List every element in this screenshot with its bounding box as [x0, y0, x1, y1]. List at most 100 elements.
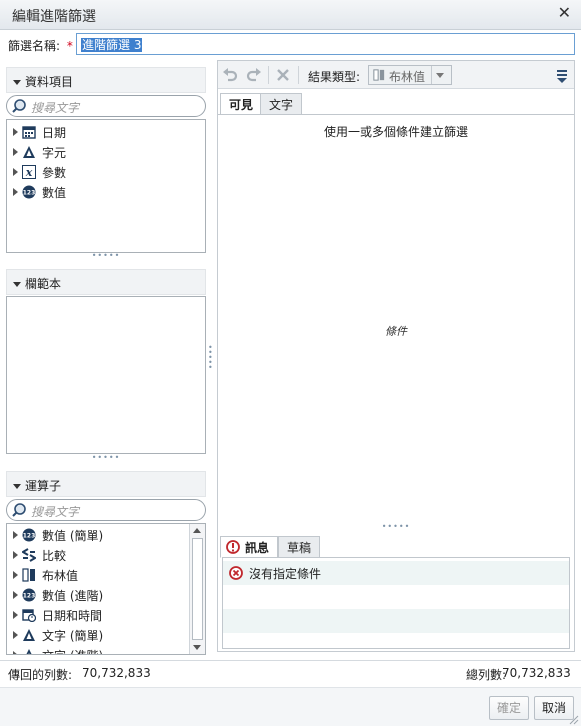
expand-icon: [13, 571, 18, 579]
error-circle-icon: [229, 566, 243, 580]
list-item-text-simple[interactable]: 文字 (簡單): [13, 625, 191, 645]
search-icon: [12, 503, 26, 517]
list-item-label: 日期: [42, 125, 67, 140]
calendar-icon: [22, 126, 36, 139]
menu-icon[interactable]: [556, 69, 568, 83]
result-type-select[interactable]: 布林值: [368, 65, 452, 85]
message-row-empty: [223, 609, 569, 633]
redo-icon[interactable]: [246, 67, 262, 83]
list-item-date[interactable]: 日期: [13, 122, 205, 142]
editor-toolbar: 結果類型: 布林值: [218, 61, 574, 89]
filter-name-input[interactable]: 進階篩選 3: [76, 33, 575, 55]
tab-messages-label: 訊息: [245, 541, 270, 555]
search-placeholder: 搜尋文字: [31, 505, 80, 519]
scroll-down-icon[interactable]: [193, 645, 201, 650]
list-item-numeric-simple[interactable]: 123 數值 (簡單): [13, 525, 191, 545]
numeric-icon: 123: [22, 588, 36, 602]
expand-icon: [13, 591, 18, 599]
splitter-handle[interactable]: •••••: [6, 454, 206, 462]
svg-text:x: x: [25, 166, 33, 179]
vertical-splitter-handle[interactable]: • • • • •: [208, 344, 213, 373]
numeric-icon: 123: [22, 528, 36, 542]
boolean-icon: [373, 69, 385, 81]
list-item-text-advanced[interactable]: 文字 (進階): [13, 645, 191, 655]
collapse-icon: [13, 484, 21, 489]
list-item-character[interactable]: 字元: [13, 142, 205, 162]
dialog-titlebar: 編輯進階篩選 ✕: [0, 0, 581, 30]
filter-name-value: 進階篩選 3: [81, 38, 143, 52]
data-items-list: 日期 字元 x 參數 123 數值: [6, 119, 206, 253]
templates-list: [6, 296, 206, 454]
tab-text[interactable]: 文字: [260, 93, 303, 115]
character-icon: [23, 629, 35, 641]
operators-search-input[interactable]: 搜尋文字: [6, 499, 206, 521]
templates-header[interactable]: 欄範本: [6, 269, 206, 295]
datetime-icon: [22, 609, 36, 622]
search-placeholder: 搜尋文字: [31, 101, 80, 115]
condition-canvas[interactable]: 使用一或多個條件建立篩選 條件: [218, 114, 574, 524]
list-item-label: 數值 (簡單): [42, 528, 104, 543]
expand-icon: [13, 188, 18, 196]
toolbar-divider: [268, 66, 269, 84]
splitter-handle[interactable]: •••••: [218, 523, 574, 531]
filter-name-label-text: 篩選名稱:: [8, 39, 61, 53]
editor-instruction: 使用一或多個條件建立篩選: [323, 125, 468, 139]
list-item-boolean[interactable]: 布林值: [13, 565, 191, 585]
collapse-icon: [13, 282, 21, 287]
expand-icon: [13, 631, 18, 639]
toolbar-divider: [298, 66, 299, 84]
messages-list: 沒有指定條件: [222, 557, 570, 649]
data-items-header[interactable]: 資料項目: [6, 67, 206, 93]
expand-icon: [13, 531, 18, 539]
data-items-header-label: 資料項目: [13, 73, 73, 90]
expand-icon: [13, 128, 18, 136]
svg-text:123: 123: [23, 533, 36, 540]
status-bar: 傳回的列數: 70,732,833 總列數: 70,732,833: [0, 660, 581, 686]
numeric-icon: 123: [22, 185, 36, 199]
close-icon[interactable]: ✕: [558, 3, 571, 22]
error-icon: [226, 540, 240, 554]
scroll-up-icon[interactable]: [193, 528, 201, 533]
list-item-label: 數值: [42, 185, 67, 200]
list-item-numeric[interactable]: 123 數值: [13, 182, 205, 202]
result-type-value: 布林值: [389, 70, 426, 84]
message-row[interactable]: 沒有指定條件: [223, 561, 569, 585]
expand-icon: [13, 611, 18, 619]
tab-messages[interactable]: 訊息: [220, 536, 279, 558]
expand-icon: [13, 651, 18, 654]
editor-panel: 結果類型: 布林值 可見 文字 使用一或多個條件建立篩選 條件 ••••• 訊息…: [217, 60, 575, 652]
condition-placeholder: 條件: [385, 325, 407, 338]
splitter-handle[interactable]: •••••: [6, 252, 206, 260]
expand-icon: [13, 148, 18, 156]
delete-icon[interactable]: [276, 68, 290, 82]
list-item-label: 比較: [42, 548, 67, 563]
undo-icon[interactable]: [222, 67, 238, 83]
character-icon: [26, 649, 32, 654]
list-item-parameter[interactable]: x 參數: [13, 162, 205, 182]
operators-header-label: 運算子: [13, 477, 61, 494]
operators-scrollbar[interactable]: [189, 524, 205, 654]
message-text: 沒有指定條件: [249, 567, 322, 581]
character-icon: [23, 146, 35, 158]
tab-draft[interactable]: 草稿: [278, 536, 321, 558]
parameter-icon: x: [22, 165, 36, 179]
list-item-numeric-advanced[interactable]: 123 數值 (進階): [13, 585, 191, 605]
search-icon: [12, 99, 26, 113]
returned-rows-label: 傳回的列數:: [8, 668, 73, 682]
list-item-label: 文字 (進階): [42, 647, 103, 655]
expand-icon: [13, 551, 18, 559]
ok-button[interactable]: 確定: [489, 696, 529, 720]
collapse-icon: [13, 80, 21, 85]
total-rows-value: 70,732,833: [502, 666, 571, 680]
list-item-comparison[interactable]: 比較: [13, 545, 191, 565]
comparison-icon: [22, 548, 36, 562]
data-items-search-input[interactable]: 搜尋文字: [6, 95, 206, 117]
dialog-footer: 確定 取消: [0, 687, 581, 726]
list-item-label: 日期和時間: [42, 608, 103, 623]
list-item-datetime[interactable]: 日期和時間: [13, 605, 191, 625]
svg-text:123: 123: [23, 190, 36, 197]
operators-header[interactable]: 運算子: [6, 471, 206, 497]
tab-visual[interactable]: 可見: [220, 93, 263, 115]
scroll-thumb[interactable]: [192, 538, 203, 640]
resize-grip-icon[interactable]: [567, 713, 579, 725]
